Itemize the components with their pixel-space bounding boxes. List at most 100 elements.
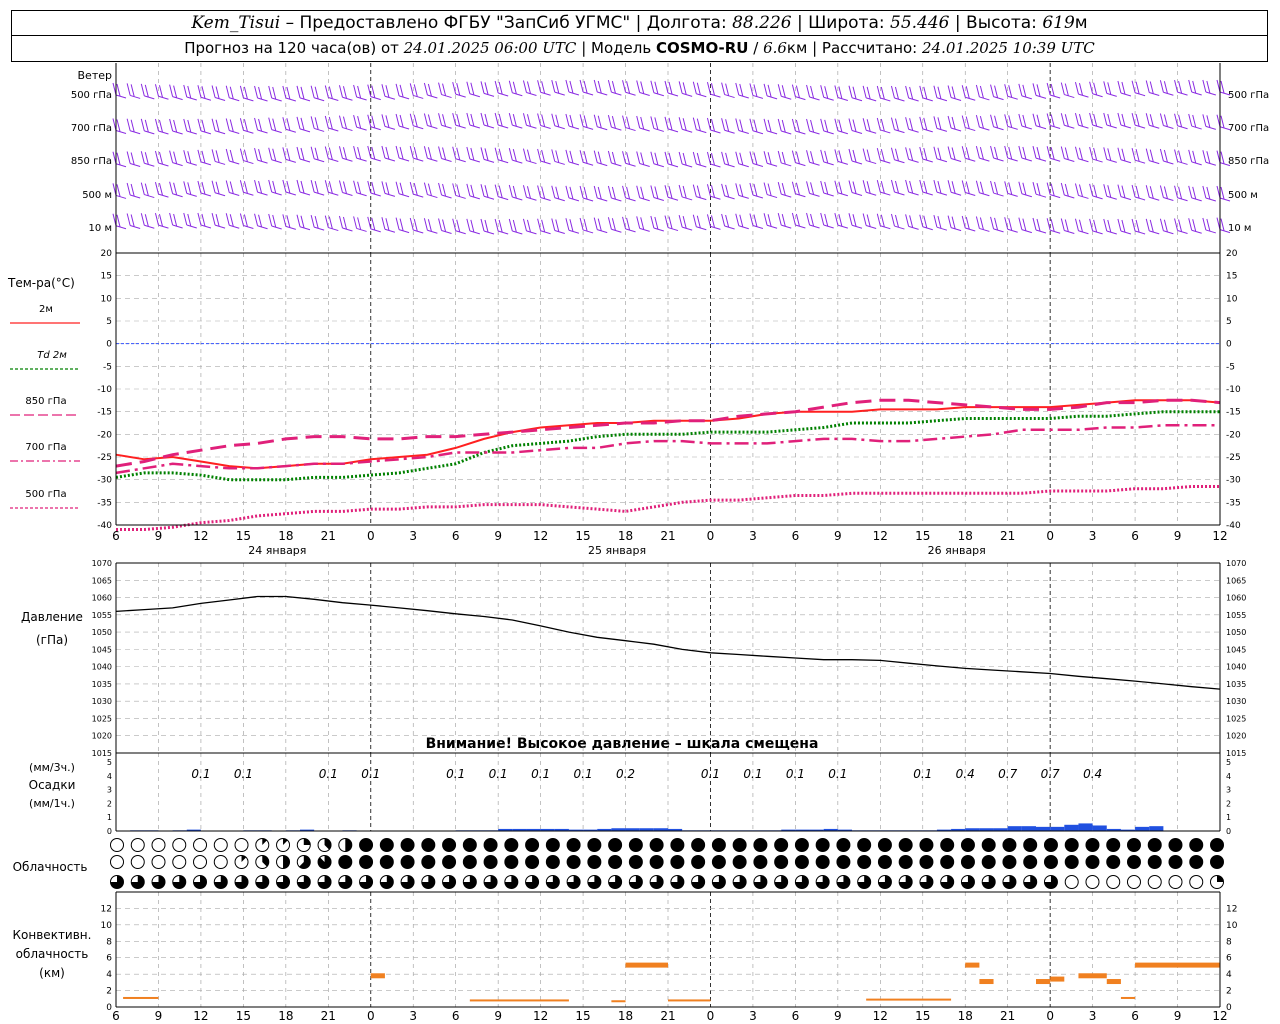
cloud-circle (898, 855, 913, 869)
wind-barb-flag (806, 118, 811, 132)
precip-bar (1135, 826, 1150, 831)
wind-barb-shaft (285, 158, 296, 163)
wind-barb (239, 180, 254, 196)
wind-barb-flag (438, 82, 443, 95)
precip-amount-label: 0.1 (489, 767, 508, 781)
wind-barb-flag (763, 151, 768, 164)
wind-barb-flag (116, 152, 121, 165)
wind-barb-shaft (1050, 194, 1061, 199)
wind-barb-flag (640, 152, 645, 165)
pressure-ytick-right: 1040 (1226, 663, 1246, 672)
meteogram: Ветер Тем-ра(°С) 2мTd 2м850 гПа700 гПа50… (7, 63, 1269, 1023)
wind-barb-shaft (1021, 193, 1032, 198)
wind-barb (494, 147, 509, 164)
wind-barb (1074, 82, 1089, 98)
wind-barb-shaft (257, 129, 268, 134)
wind-barb-shaft (851, 224, 863, 229)
wind-barb-shaft (965, 227, 976, 232)
wind-barb-flag (1145, 148, 1150, 161)
wind-barb (678, 81, 693, 97)
time-tick-label: 0 (1046, 529, 1054, 543)
wind-barb-shaft (342, 227, 353, 232)
wind-barb-flag (1117, 112, 1122, 126)
temp-ytick-right: 5 (1226, 317, 1232, 327)
wind-barb (395, 217, 410, 234)
wind-barb (1117, 218, 1132, 235)
precip-bar (1021, 826, 1036, 831)
wind-barb-flag (342, 116, 347, 129)
wind-barb (990, 145, 1004, 162)
wind-barb-shaft (398, 229, 410, 234)
cloud-cover-symbol (753, 875, 768, 889)
wind-barb-flag (442, 114, 447, 127)
wind-barb-flag (753, 214, 758, 227)
wind-barb-flag (1064, 147, 1069, 160)
wind-barb-shaft (908, 97, 919, 102)
conv-cloud-bar (123, 996, 159, 999)
wind-barb-flag (1107, 113, 1112, 127)
wind-barb-flag (353, 115, 358, 128)
wind-barb (296, 146, 311, 163)
wind-barb (791, 181, 806, 198)
time-tick-label-bottom: 0 (707, 1009, 715, 1023)
wind-barb-shaft (158, 193, 169, 198)
wind-barb-flag (1159, 148, 1164, 162)
cloud-cover-symbol (877, 875, 892, 889)
wind-barb-flag (763, 83, 768, 96)
wind-barb (834, 85, 848, 102)
cloud-cover-symbol (276, 875, 291, 889)
wind-barb-shaft (979, 157, 990, 162)
cloud-circle (110, 838, 124, 852)
wind-barb (1074, 112, 1089, 129)
wind-barb-flag (1131, 184, 1136, 198)
wind-barb-flag (965, 116, 970, 129)
cloud-cover-symbol (691, 855, 706, 869)
wind-barb-shaft (936, 191, 948, 196)
wind-barb (395, 181, 410, 198)
cloud-circle (172, 855, 187, 869)
wind-barb (1004, 84, 1018, 100)
time-tick-label-bottom: 9 (1174, 1009, 1182, 1023)
wind-barb-flag (838, 181, 843, 194)
wind-barb-shaft (483, 158, 495, 163)
wind-barb-flag (951, 181, 956, 194)
wind-barb-flag (342, 216, 347, 230)
wind-barb-flag (791, 84, 796, 97)
wind-barb (508, 218, 523, 235)
wind-barb (1032, 182, 1047, 198)
cloud-circle (151, 855, 166, 869)
cloud-cover-symbol (1064, 838, 1079, 852)
wind-barb-shaft (243, 129, 254, 134)
wind-barb-shaft (370, 157, 381, 162)
cloud-cover-symbol (774, 838, 789, 852)
wind-barb-flag (975, 216, 980, 229)
wind-barb-flag (197, 118, 202, 131)
precip-amount-label: 0.4 (1083, 767, 1102, 781)
wind-barb-flag (735, 213, 740, 226)
cloud-circle (504, 855, 519, 869)
wind-barb-shaft (554, 160, 565, 165)
wind-barb-shaft (257, 225, 268, 230)
wind-barb-shaft (1078, 194, 1089, 199)
wind-barb-shaft (1120, 230, 1132, 235)
temp-ytick-left: 0 (106, 340, 112, 350)
wind-barb-shaft (455, 230, 466, 235)
wind-barb (296, 179, 311, 196)
cloud-cover-symbol (504, 855, 519, 869)
temp-ytick-left: -10 (97, 385, 112, 395)
wind-barb-flag (140, 151, 145, 164)
cloud-cover-symbol (649, 838, 664, 852)
wind-barb-flag (296, 85, 301, 98)
wind-barb-flag (1202, 185, 1207, 199)
wind-barb-flag (611, 116, 616, 129)
wind-barb-flag (947, 115, 952, 129)
pressure-ytick-left: 1055 (92, 611, 112, 620)
wind-barb-shaft (696, 196, 707, 201)
wind-barb-flag (1149, 186, 1154, 199)
cloud-cover-symbol (857, 838, 872, 852)
wind-barb (239, 85, 254, 102)
wind-barb (154, 118, 169, 135)
wind-barb-flag (1149, 219, 1154, 232)
wind-barb (579, 217, 594, 234)
pressure-warning: Внимание! Высокое давление – шкала смеще… (426, 736, 819, 752)
